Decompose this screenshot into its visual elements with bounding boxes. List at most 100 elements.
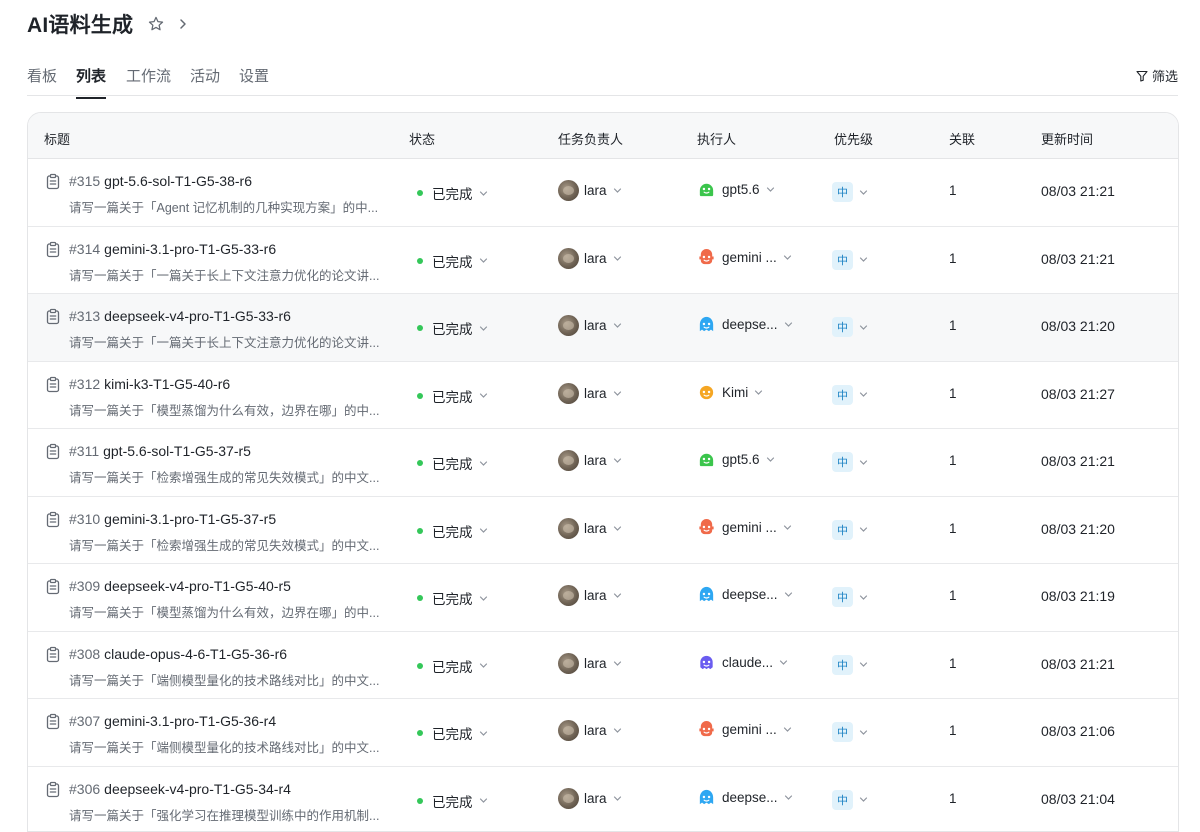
page-header: AI语料生成 bbox=[27, 10, 189, 38]
related-count[interactable]: 1 bbox=[949, 791, 957, 806]
table-row[interactable]: #310gemini-3.1-pro-T1-G5-37-r5 请写一篇关于「检索… bbox=[28, 497, 1178, 565]
column-header-title[interactable]: 标题 bbox=[44, 129, 70, 148]
task-title[interactable]: #311gpt-5.6-sol-T1-G5-37-r5 bbox=[69, 443, 251, 459]
chevron-down-icon bbox=[613, 186, 622, 195]
owner-dropdown[interactable]: lara bbox=[558, 653, 622, 674]
executor-dropdown[interactable]: claude... bbox=[697, 653, 788, 672]
table-row[interactable]: #306deepseek-v4-pro-T1-G5-34-r4 请写一篇关于「强… bbox=[28, 767, 1178, 832]
related-count[interactable]: 1 bbox=[949, 251, 957, 266]
related-count[interactable]: 1 bbox=[949, 723, 957, 738]
filter-button[interactable]: 筛选 bbox=[1136, 66, 1178, 85]
updated-time: 08/03 21:27 bbox=[1041, 386, 1115, 402]
task-number: #312 bbox=[69, 376, 100, 392]
status-dropdown[interactable]: 已完成 bbox=[417, 521, 488, 541]
priority-dropdown[interactable]: 中 bbox=[832, 250, 868, 270]
priority-dropdown[interactable]: 中 bbox=[832, 182, 868, 202]
column-header-related[interactable]: 关联 bbox=[949, 129, 975, 148]
owner-dropdown[interactable]: lara bbox=[558, 585, 622, 606]
column-header-executor[interactable]: 执行人 bbox=[697, 129, 736, 148]
table-row[interactable]: #311gpt-5.6-sol-T1-G5-37-r5 请写一篇关于「检索增强生… bbox=[28, 429, 1178, 497]
priority-dropdown[interactable]: 中 bbox=[832, 520, 868, 540]
priority-dropdown[interactable]: 中 bbox=[832, 452, 868, 472]
status-dropdown[interactable]: 已完成 bbox=[417, 656, 488, 676]
executor-dropdown[interactable]: deepse... bbox=[697, 585, 793, 604]
column-header-owner[interactable]: 任务负责人 bbox=[558, 129, 623, 148]
tab-workflow[interactable]: 工作流 bbox=[126, 65, 171, 98]
chevron-down-icon bbox=[784, 320, 793, 329]
related-count[interactable]: 1 bbox=[949, 386, 957, 401]
task-title[interactable]: #308claude-opus-4-6-T1-G5-36-r6 bbox=[69, 646, 287, 662]
owner-dropdown[interactable]: lara bbox=[558, 450, 622, 471]
owner-dropdown[interactable]: lara bbox=[558, 248, 622, 269]
owner-dropdown[interactable]: lara bbox=[558, 383, 622, 404]
owner-dropdown[interactable]: lara bbox=[558, 180, 622, 201]
executor-dropdown[interactable]: gemini ... bbox=[697, 248, 792, 267]
priority-dropdown[interactable]: 中 bbox=[832, 790, 868, 810]
executor-dropdown[interactable]: gemini ... bbox=[697, 720, 792, 739]
task-name: deepseek-v4-pro-T1-G5-40-r5 bbox=[104, 578, 291, 594]
chevron-right-icon[interactable] bbox=[177, 18, 189, 30]
status-dropdown[interactable]: 已完成 bbox=[417, 318, 488, 338]
related-count[interactable]: 1 bbox=[949, 588, 957, 603]
column-header-priority[interactable]: 优先级 bbox=[834, 129, 873, 148]
status-dropdown[interactable]: 已完成 bbox=[417, 386, 488, 406]
bot-avatar-icon bbox=[697, 653, 716, 672]
owner-dropdown[interactable]: lara bbox=[558, 518, 622, 539]
priority-badge: 中 bbox=[832, 385, 853, 405]
task-title[interactable]: #310gemini-3.1-pro-T1-G5-37-r5 bbox=[69, 511, 276, 527]
executor-dropdown[interactable]: Kimi bbox=[697, 383, 763, 402]
priority-dropdown[interactable]: 中 bbox=[832, 317, 868, 337]
status-dropdown[interactable]: 已完成 bbox=[417, 791, 488, 811]
status-dropdown[interactable]: 已完成 bbox=[417, 453, 488, 473]
column-header-status[interactable]: 状态 bbox=[409, 129, 435, 148]
table-row[interactable]: #315gpt-5.6-sol-T1-G5-38-r6 请写一篇关于「Agent… bbox=[28, 159, 1178, 227]
owner-dropdown[interactable]: lara bbox=[558, 788, 622, 809]
owner-dropdown[interactable]: lara bbox=[558, 720, 622, 741]
table-row[interactable]: #308claude-opus-4-6-T1-G5-36-r6 请写一篇关于「端… bbox=[28, 632, 1178, 700]
task-title[interactable]: #314gemini-3.1-pro-T1-G5-33-r6 bbox=[69, 241, 276, 257]
related-count[interactable]: 1 bbox=[949, 521, 957, 536]
task-title[interactable]: #312kimi-k3-T1-G5-40-r6 bbox=[69, 376, 230, 392]
priority-dropdown[interactable]: 中 bbox=[832, 722, 868, 742]
executor-dropdown[interactable]: gpt5.6 bbox=[697, 450, 775, 469]
star-icon[interactable] bbox=[147, 15, 165, 33]
status-dropdown[interactable]: 已完成 bbox=[417, 588, 488, 608]
table-row[interactable]: #307gemini-3.1-pro-T1-G5-36-r4 请写一篇关于「端侧… bbox=[28, 699, 1178, 767]
tab-list[interactable]: 列表 bbox=[76, 65, 106, 99]
related-count[interactable]: 1 bbox=[949, 318, 957, 333]
priority-dropdown[interactable]: 中 bbox=[832, 587, 868, 607]
status-dot bbox=[417, 190, 423, 196]
tab-activity[interactable]: 活动 bbox=[190, 65, 220, 98]
task-title[interactable]: #313deepseek-v4-pro-T1-G5-33-r6 bbox=[69, 308, 291, 324]
task-title[interactable]: #309deepseek-v4-pro-T1-G5-40-r5 bbox=[69, 578, 291, 594]
executor-name: deepse... bbox=[722, 587, 778, 602]
status-dropdown[interactable]: 已完成 bbox=[417, 251, 488, 271]
related-count[interactable]: 1 bbox=[949, 453, 957, 468]
task-title[interactable]: #306deepseek-v4-pro-T1-G5-34-r4 bbox=[69, 781, 291, 797]
table-row[interactable]: #313deepseek-v4-pro-T1-G5-33-r6 请写一篇关于「一… bbox=[28, 294, 1178, 362]
chevron-down-icon bbox=[859, 390, 868, 399]
chevron-down-icon bbox=[754, 388, 763, 397]
status-dropdown[interactable]: 已完成 bbox=[417, 723, 488, 743]
task-name: gemini-3.1-pro-T1-G5-33-r6 bbox=[104, 241, 276, 257]
executor-dropdown[interactable]: gpt5.6 bbox=[697, 180, 775, 199]
page-title: AI语料生成 bbox=[27, 9, 133, 39]
task-title[interactable]: #307gemini-3.1-pro-T1-G5-36-r4 bbox=[69, 713, 276, 729]
column-header-updated[interactable]: 更新时间 bbox=[1041, 129, 1093, 148]
priority-dropdown[interactable]: 中 bbox=[832, 655, 868, 675]
related-count[interactable]: 1 bbox=[949, 183, 957, 198]
tab-board[interactable]: 看板 bbox=[27, 65, 57, 98]
table-row[interactable]: #312kimi-k3-T1-G5-40-r6 请写一篇关于「模型蒸馏为什么有效… bbox=[28, 362, 1178, 430]
status-dropdown[interactable]: 已完成 bbox=[417, 183, 488, 203]
related-count[interactable]: 1 bbox=[949, 656, 957, 671]
tab-settings[interactable]: 设置 bbox=[239, 65, 269, 98]
priority-dropdown[interactable]: 中 bbox=[832, 385, 868, 405]
executor-dropdown[interactable]: gemini ... bbox=[697, 518, 792, 537]
table-row[interactable]: #309deepseek-v4-pro-T1-G5-40-r5 请写一篇关于「模… bbox=[28, 564, 1178, 632]
executor-dropdown[interactable]: deepse... bbox=[697, 315, 793, 334]
owner-dropdown[interactable]: lara bbox=[558, 315, 622, 336]
task-title[interactable]: #315gpt-5.6-sol-T1-G5-38-r6 bbox=[69, 173, 252, 189]
executor-dropdown[interactable]: deepse... bbox=[697, 788, 793, 807]
table-row[interactable]: #314gemini-3.1-pro-T1-G5-33-r6 请写一篇关于「一篇… bbox=[28, 227, 1178, 295]
clipboard-icon bbox=[45, 646, 61, 663]
